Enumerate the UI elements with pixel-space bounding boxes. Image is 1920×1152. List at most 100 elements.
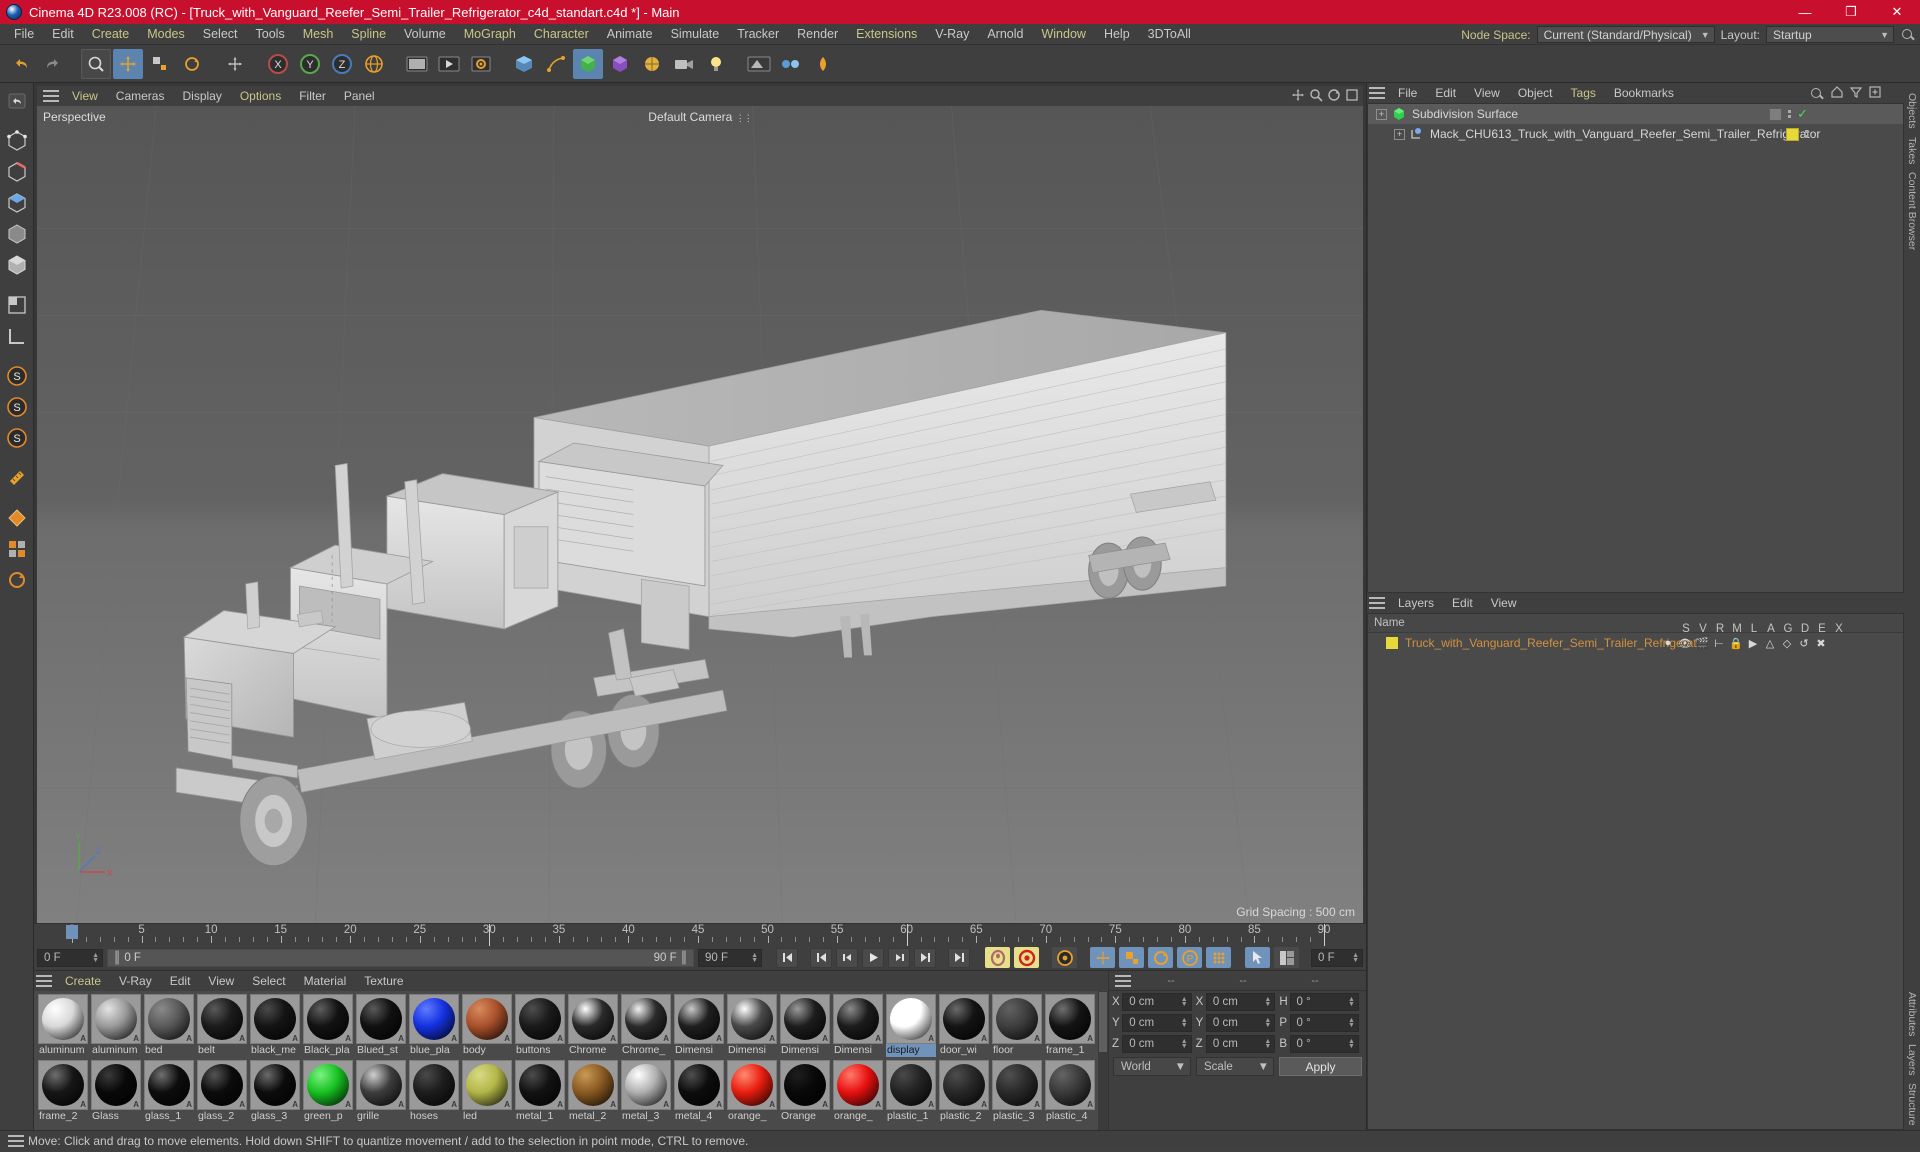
tab-structure[interactable]: Structure (1906, 1079, 1918, 1130)
generators-button[interactable] (573, 49, 603, 79)
menu-mograph[interactable]: MoGraph (455, 24, 525, 45)
material-swatch[interactable]: A (727, 1060, 777, 1110)
material-swatch[interactable]: A (568, 994, 618, 1044)
tab-takes[interactable]: Takes (1906, 133, 1918, 168)
material-item[interactable]: Agrille (356, 1060, 406, 1123)
material-item[interactable]: Afloor (992, 994, 1042, 1057)
material-name[interactable]: metal_2 (568, 1110, 618, 1123)
z-axis-lock-button[interactable]: Z (327, 49, 357, 79)
quantize-icon[interactable]: S (3, 424, 31, 452)
next-frame-button[interactable] (888, 948, 910, 968)
environment-button[interactable] (637, 49, 667, 79)
object-tree-row[interactable]: +Mack_CHU613_Truck_with_Vanguard_Reefer_… (1368, 124, 1903, 144)
light-button[interactable] (701, 49, 731, 79)
material-swatch[interactable]: A (409, 994, 459, 1044)
menu-v-ray[interactable]: V-Ray (926, 24, 978, 45)
ruler-icon[interactable] (3, 464, 31, 492)
layer-menu-view[interactable]: View (1482, 596, 1526, 610)
object-menu-bookmarks[interactable]: Bookmarks (1605, 86, 1683, 100)
material-swatch[interactable]: A (621, 994, 671, 1044)
material-item[interactable]: AChrome (568, 994, 618, 1057)
panel-menu-icon[interactable] (43, 90, 59, 102)
material-item[interactable]: Aglass_3 (250, 1060, 300, 1123)
selection-object-button[interactable] (1245, 947, 1270, 968)
y-axis-lock-button[interactable]: Y (295, 49, 325, 79)
material-name[interactable]: plastic_2 (939, 1110, 989, 1123)
timeline-range-slider[interactable]: ║ 0 F 90 F ║ (107, 949, 694, 967)
material-swatch[interactable]: A (621, 1060, 671, 1110)
material-name[interactable]: belt (197, 1044, 247, 1057)
material-item[interactable]: Abelt (197, 994, 247, 1057)
menu-select[interactable]: Select (194, 24, 247, 45)
render-settings-button[interactable] (466, 49, 496, 79)
material-name[interactable]: Dimensi (780, 1044, 830, 1057)
x-axis-lock-button[interactable]: X (263, 49, 293, 79)
material-name[interactable]: Blued_st (356, 1044, 406, 1057)
enabled-check-icon[interactable]: ✓ (1797, 106, 1808, 122)
undo-view-icon[interactable] (3, 87, 31, 115)
fps-field[interactable]: 0 F ▲▼ (1311, 949, 1363, 967)
material-name[interactable]: orange_ (833, 1110, 883, 1123)
enable-axis-icon[interactable]: S (3, 362, 31, 390)
material-swatch[interactable]: A (780, 1060, 830, 1110)
tab-attributes[interactable]: Attributes (1906, 988, 1918, 1040)
previous-frame-button[interactable] (836, 948, 858, 968)
material-swatch[interactable]: A (833, 994, 883, 1044)
coordinate-field-size[interactable]: 0 cm▲▼ (1206, 993, 1275, 1011)
material-item[interactable]: AGlass (91, 1060, 141, 1123)
render-to-picture-viewer-button[interactable] (434, 49, 464, 79)
apply-button[interactable]: Apply (1279, 1057, 1362, 1076)
record-active-objects-button[interactable] (985, 947, 1010, 968)
material-name[interactable]: Black_pla (303, 1044, 353, 1057)
material-item[interactable]: ABlued_st (356, 994, 406, 1057)
material-name[interactable]: buttons (515, 1044, 565, 1057)
material-item[interactable]: Ablack_me (250, 994, 300, 1057)
material-item[interactable]: Aorange_ (727, 1060, 777, 1123)
redo-button[interactable] (38, 49, 68, 79)
polygon-mode-icon[interactable] (3, 189, 31, 217)
material-item[interactable]: Aorange_ (833, 1060, 883, 1123)
rotate-tool[interactable] (177, 49, 207, 79)
material-item[interactable]: Ablue_pla (409, 994, 459, 1057)
node-space-dropdown[interactable]: Current (Standard/Physical) ▼ (1537, 26, 1715, 43)
spinner-icon[interactable]: ▲▼ (1348, 1039, 1355, 1049)
render-view-button[interactable] (402, 49, 432, 79)
material-item[interactable]: ADimensi (833, 994, 883, 1057)
layer-toggle-R[interactable]: 🎬 (1694, 637, 1710, 650)
material-name[interactable]: Chrome_ (621, 1044, 671, 1057)
layer-toggle-G[interactable]: △ (1762, 637, 1778, 650)
material-swatch[interactable]: A (833, 1060, 883, 1110)
point-mode-icon[interactable] (3, 127, 31, 155)
layer-toggle-E[interactable]: ↺ (1796, 637, 1812, 650)
material-swatch[interactable]: A (939, 1060, 989, 1110)
position-key-button[interactable] (1090, 947, 1115, 968)
panel-menu-icon[interactable] (1369, 597, 1385, 609)
material-name[interactable]: plastic_4 (1045, 1110, 1095, 1123)
menu-tracker[interactable]: Tracker (728, 24, 788, 45)
object-name[interactable]: Subdivision Surface (1412, 107, 1518, 121)
material-swatch[interactable]: A (939, 994, 989, 1044)
layer-toggle-M[interactable]: ⊢ (1711, 637, 1727, 650)
model-mode-icon[interactable] (3, 220, 31, 248)
material-swatch[interactable]: A (886, 1060, 936, 1110)
add-layer-icon[interactable] (1868, 85, 1882, 102)
material-name[interactable]: floor (992, 1044, 1042, 1057)
scale-key-button[interactable] (1119, 947, 1144, 968)
material-swatch[interactable]: A (250, 1060, 300, 1110)
search-icon[interactable] (1900, 27, 1916, 43)
play-button[interactable] (862, 948, 884, 968)
spinner-icon[interactable]: ▲▼ (1264, 997, 1271, 1007)
menu-simulate[interactable]: Simulate (662, 24, 729, 45)
material-swatch[interactable]: A (91, 994, 141, 1044)
material-menu-view[interactable]: View (199, 974, 243, 988)
material-swatch[interactable]: A (303, 994, 353, 1044)
material-grid[interactable]: AaluminumAaluminumAbedAbeltAblack_meABla… (34, 991, 1108, 1130)
material-item[interactable]: Ametal_1 (515, 1060, 565, 1123)
material-swatch[interactable]: A (409, 1060, 459, 1110)
coordinate-field-rotation[interactable]: 0 °▲▼ (1290, 1035, 1359, 1053)
autokeying-button[interactable] (1014, 947, 1039, 968)
material-item[interactable]: Ametal_2 (568, 1060, 618, 1123)
material-item[interactable]: Aframe_1 (1045, 994, 1095, 1057)
expand-icon[interactable]: + (1394, 129, 1405, 140)
camera-dots-icon[interactable]: ⋮⋮ (736, 113, 752, 123)
